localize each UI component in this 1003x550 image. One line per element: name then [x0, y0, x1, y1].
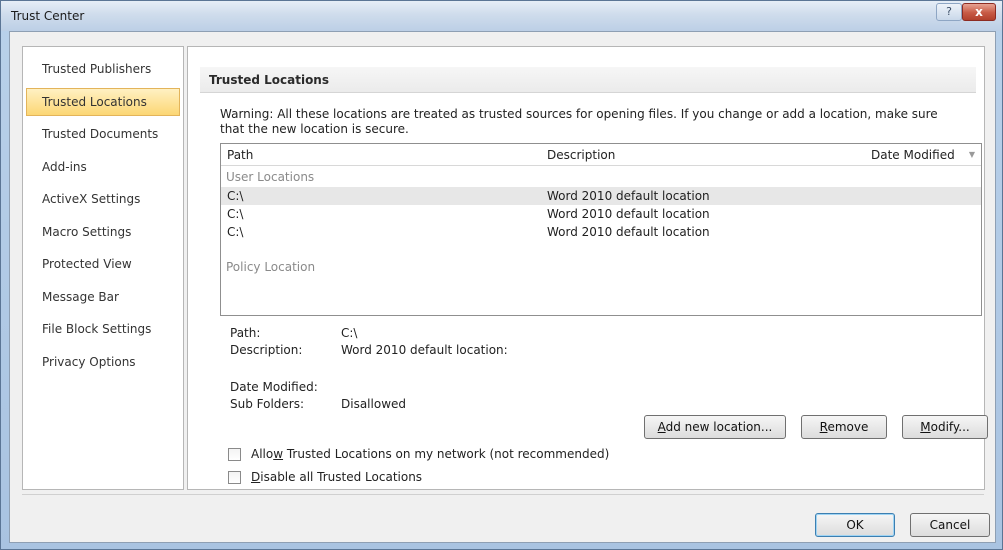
- section-header: Trusted Locations: [200, 67, 976, 93]
- detail-path-label: Path:: [230, 326, 261, 340]
- sidebar-item-trusted-locations[interactable]: Trusted Locations: [26, 88, 180, 116]
- sidebar-item-message-bar[interactable]: Message Bar: [26, 283, 180, 311]
- disable-all-checkbox[interactable]: [228, 471, 241, 484]
- allow-network-checkbox[interactable]: [228, 448, 241, 461]
- warning-line-2: that the new location is secure.: [220, 122, 409, 136]
- section-title: Trusted Locations: [209, 73, 329, 87]
- column-header-path[interactable]: Path: [227, 148, 253, 162]
- detail-sub-folders-value: Disallowed: [341, 397, 407, 411]
- list-header: Path Description Date Modified ▼: [221, 144, 981, 166]
- trust-center-window: Trust Center ? x Trusted Publishers Trus…: [0, 0, 1003, 550]
- sidebar-item-trusted-publishers[interactable]: Trusted Publishers: [26, 55, 180, 83]
- group-label-policy-location: Policy Location: [226, 260, 316, 274]
- add-new-location-button[interactable]: Add new location...: [644, 415, 786, 439]
- disable-all-label[interactable]: Disable all Trusted Locations: [251, 470, 422, 484]
- sidebar-item-privacy-options[interactable]: Privacy Options: [26, 348, 180, 376]
- help-button[interactable]: ?: [936, 3, 962, 21]
- row-path: C:\: [227, 189, 244, 203]
- sidebar-item-add-ins[interactable]: Add-ins: [26, 153, 180, 181]
- window-title: Trust Center: [11, 9, 85, 23]
- title-bar: Trust Center ? x: [1, 1, 1002, 31]
- detail-path-value: C:\: [341, 326, 358, 340]
- modify-button[interactable]: Modify...: [902, 415, 988, 439]
- column-header-date-modified[interactable]: Date Modified: [871, 148, 955, 162]
- sidebar: Trusted Publishers Trusted Locations Tru…: [22, 46, 184, 490]
- warning-text: Warning: All these locations are treated…: [220, 107, 972, 137]
- row-description: Word 2010 default location: [547, 225, 710, 239]
- table-row[interactable]: C:\ Word 2010 default location: [221, 187, 981, 205]
- table-row[interactable]: C:\ Word 2010 default location: [221, 205, 981, 223]
- sidebar-item-protected-view[interactable]: Protected View: [26, 250, 180, 278]
- row-path: C:\: [227, 207, 244, 221]
- column-header-description[interactable]: Description: [547, 148, 615, 162]
- group-label-user-locations: User Locations: [226, 170, 315, 184]
- detail-sub-folders-label: Sub Folders:: [230, 397, 305, 411]
- close-button[interactable]: x: [962, 3, 996, 21]
- footer-separator: [22, 494, 984, 495]
- sidebar-item-activex-settings[interactable]: ActiveX Settings: [26, 185, 180, 213]
- detail-description-value: Word 2010 default location:: [341, 343, 508, 357]
- row-path: C:\: [227, 225, 244, 239]
- row-description: Word 2010 default location: [547, 189, 710, 203]
- trusted-locations-list[interactable]: Path Description Date Modified ▼ User Lo…: [220, 143, 982, 316]
- sidebar-item-file-block-settings[interactable]: File Block Settings: [26, 315, 180, 343]
- detail-date-modified-label: Date Modified:: [230, 380, 318, 394]
- sidebar-item-trusted-documents[interactable]: Trusted Documents: [26, 120, 180, 148]
- sort-descending-icon: ▼: [968, 150, 975, 159]
- main-panel: Trusted Locations Warning: All these loc…: [187, 46, 988, 490]
- table-row[interactable]: C:\ Word 2010 default location: [221, 223, 981, 241]
- warning-line-1: Warning: All these locations are treated…: [220, 107, 938, 121]
- remove-button[interactable]: Remove: [801, 415, 887, 439]
- detail-description-label: Description:: [230, 343, 303, 357]
- ok-button[interactable]: OK: [815, 513, 895, 537]
- row-description: Word 2010 default location: [547, 207, 710, 221]
- sidebar-item-macro-settings[interactable]: Macro Settings: [26, 218, 180, 246]
- cancel-button[interactable]: Cancel: [910, 513, 990, 537]
- allow-network-label[interactable]: Allow Trusted Locations on my network (n…: [251, 447, 609, 461]
- dialog-body: Trusted Publishers Trusted Locations Tru…: [9, 31, 996, 543]
